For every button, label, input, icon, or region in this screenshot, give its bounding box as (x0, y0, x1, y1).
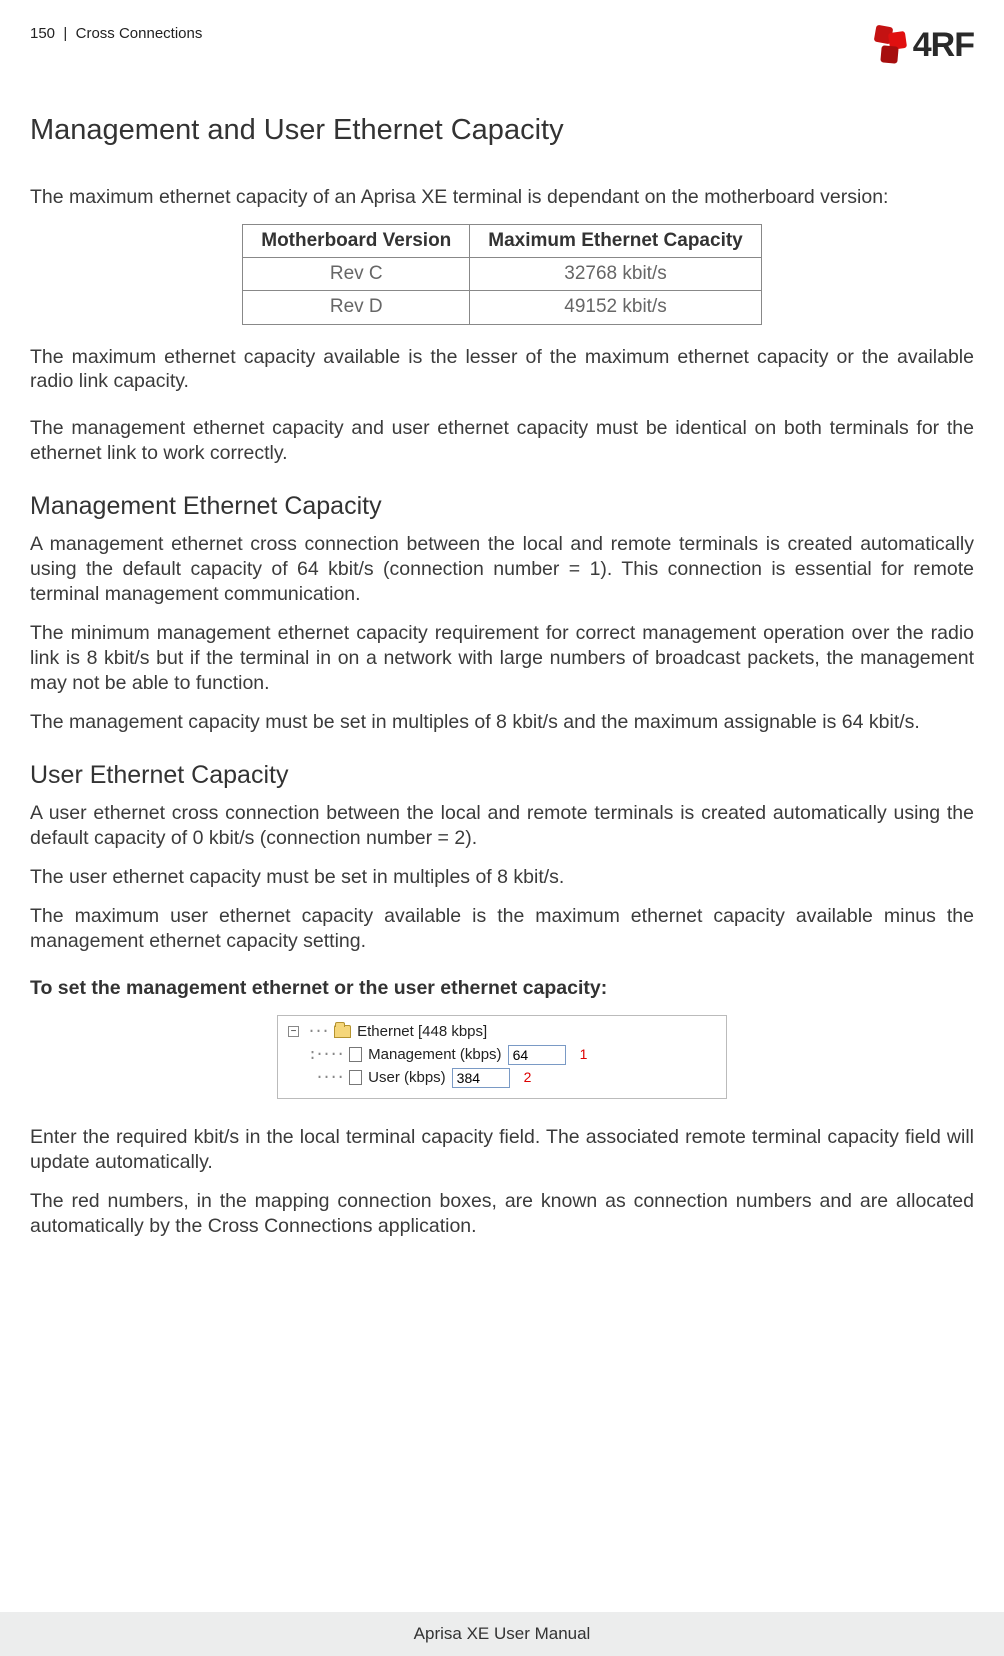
section-title: Cross Connections (76, 25, 203, 42)
page-title: Management and User Ethernet Capacity (30, 112, 974, 149)
cell-revc: Rev C (243, 257, 470, 290)
th-motherboard: Motherboard Version (243, 224, 470, 257)
intro-text: The maximum ethernet capacity of an Apri… (30, 185, 974, 210)
mgmt-label: Management (kbps) (368, 1045, 501, 1064)
tree-mgmt-row[interactable]: :···· Management (kbps) 1 (308, 1045, 716, 1065)
tree-line: ··· (307, 1022, 328, 1041)
body-text: The management capacity must be set in m… (30, 710, 974, 735)
table-row: Rev C 32768 kbit/s (243, 257, 762, 290)
user-label: User (kbps) (368, 1068, 446, 1087)
th-capacity: Maximum Ethernet Capacity (470, 224, 761, 257)
tree-line: :···· (308, 1045, 343, 1064)
body-text: The red numbers, in the mapping connecti… (30, 1189, 974, 1239)
separator: | (63, 25, 67, 42)
body-text: Enter the required kbit/s in the local t… (30, 1125, 974, 1175)
page-footer: Aprisa XE User Manual (0, 1612, 1004, 1656)
logo-squares-icon (863, 26, 907, 66)
body-text: A user ethernet cross connection between… (30, 801, 974, 851)
user-conn-number: 2 (524, 1069, 532, 1087)
body-text: The maximum user ethernet capacity avail… (30, 904, 974, 954)
section-heading: Management Ethernet Capacity (30, 490, 974, 522)
brand-text: 4RF (913, 24, 974, 68)
user-input[interactable] (452, 1068, 510, 1088)
section-heading: User Ethernet Capacity (30, 759, 974, 791)
brand-logo: 4RF (863, 24, 974, 68)
body-text: The maximum ethernet capacity available … (30, 345, 974, 395)
cell-revd: Rev D (243, 291, 470, 324)
body-text: The user ethernet capacity must be set i… (30, 865, 974, 890)
howto-heading: To set the management ethernet or the us… (30, 976, 974, 1001)
body-text: The management ethernet capacity and use… (30, 416, 974, 466)
cell-revd-cap: 49152 kbit/s (470, 291, 761, 324)
table-row: Rev D 49152 kbit/s (243, 291, 762, 324)
tree-root-row[interactable]: − ··· Ethernet [448 kbps] (288, 1022, 716, 1041)
page-header: 150 | Cross Connections 4RF (30, 24, 974, 68)
document-icon (349, 1070, 362, 1085)
tree-user-row[interactable]: ···· User (kbps) 2 (308, 1068, 716, 1088)
ethernet-root-label: Ethernet [448 kbps] (357, 1022, 487, 1041)
body-text: The minimum management ethernet capacity… (30, 621, 974, 696)
cell-revc-cap: 32768 kbit/s (470, 257, 761, 290)
ui-screenshot: − ··· Ethernet [448 kbps] :···· Manageme… (277, 1015, 727, 1099)
mgmt-input[interactable] (508, 1045, 566, 1065)
collapse-icon[interactable]: − (288, 1026, 299, 1037)
document-icon (349, 1047, 362, 1062)
footer-text: Aprisa XE User Manual (414, 1623, 591, 1645)
capacity-table: Motherboard Version Maximum Ethernet Cap… (242, 224, 762, 325)
folder-icon (334, 1025, 351, 1038)
header-breadcrumb: 150 | Cross Connections (30, 24, 202, 43)
body-text: A management ethernet cross connection b… (30, 532, 974, 607)
mgmt-conn-number: 1 (580, 1046, 588, 1064)
page-number: 150 (30, 25, 55, 42)
tree-line: ···· (308, 1068, 343, 1087)
